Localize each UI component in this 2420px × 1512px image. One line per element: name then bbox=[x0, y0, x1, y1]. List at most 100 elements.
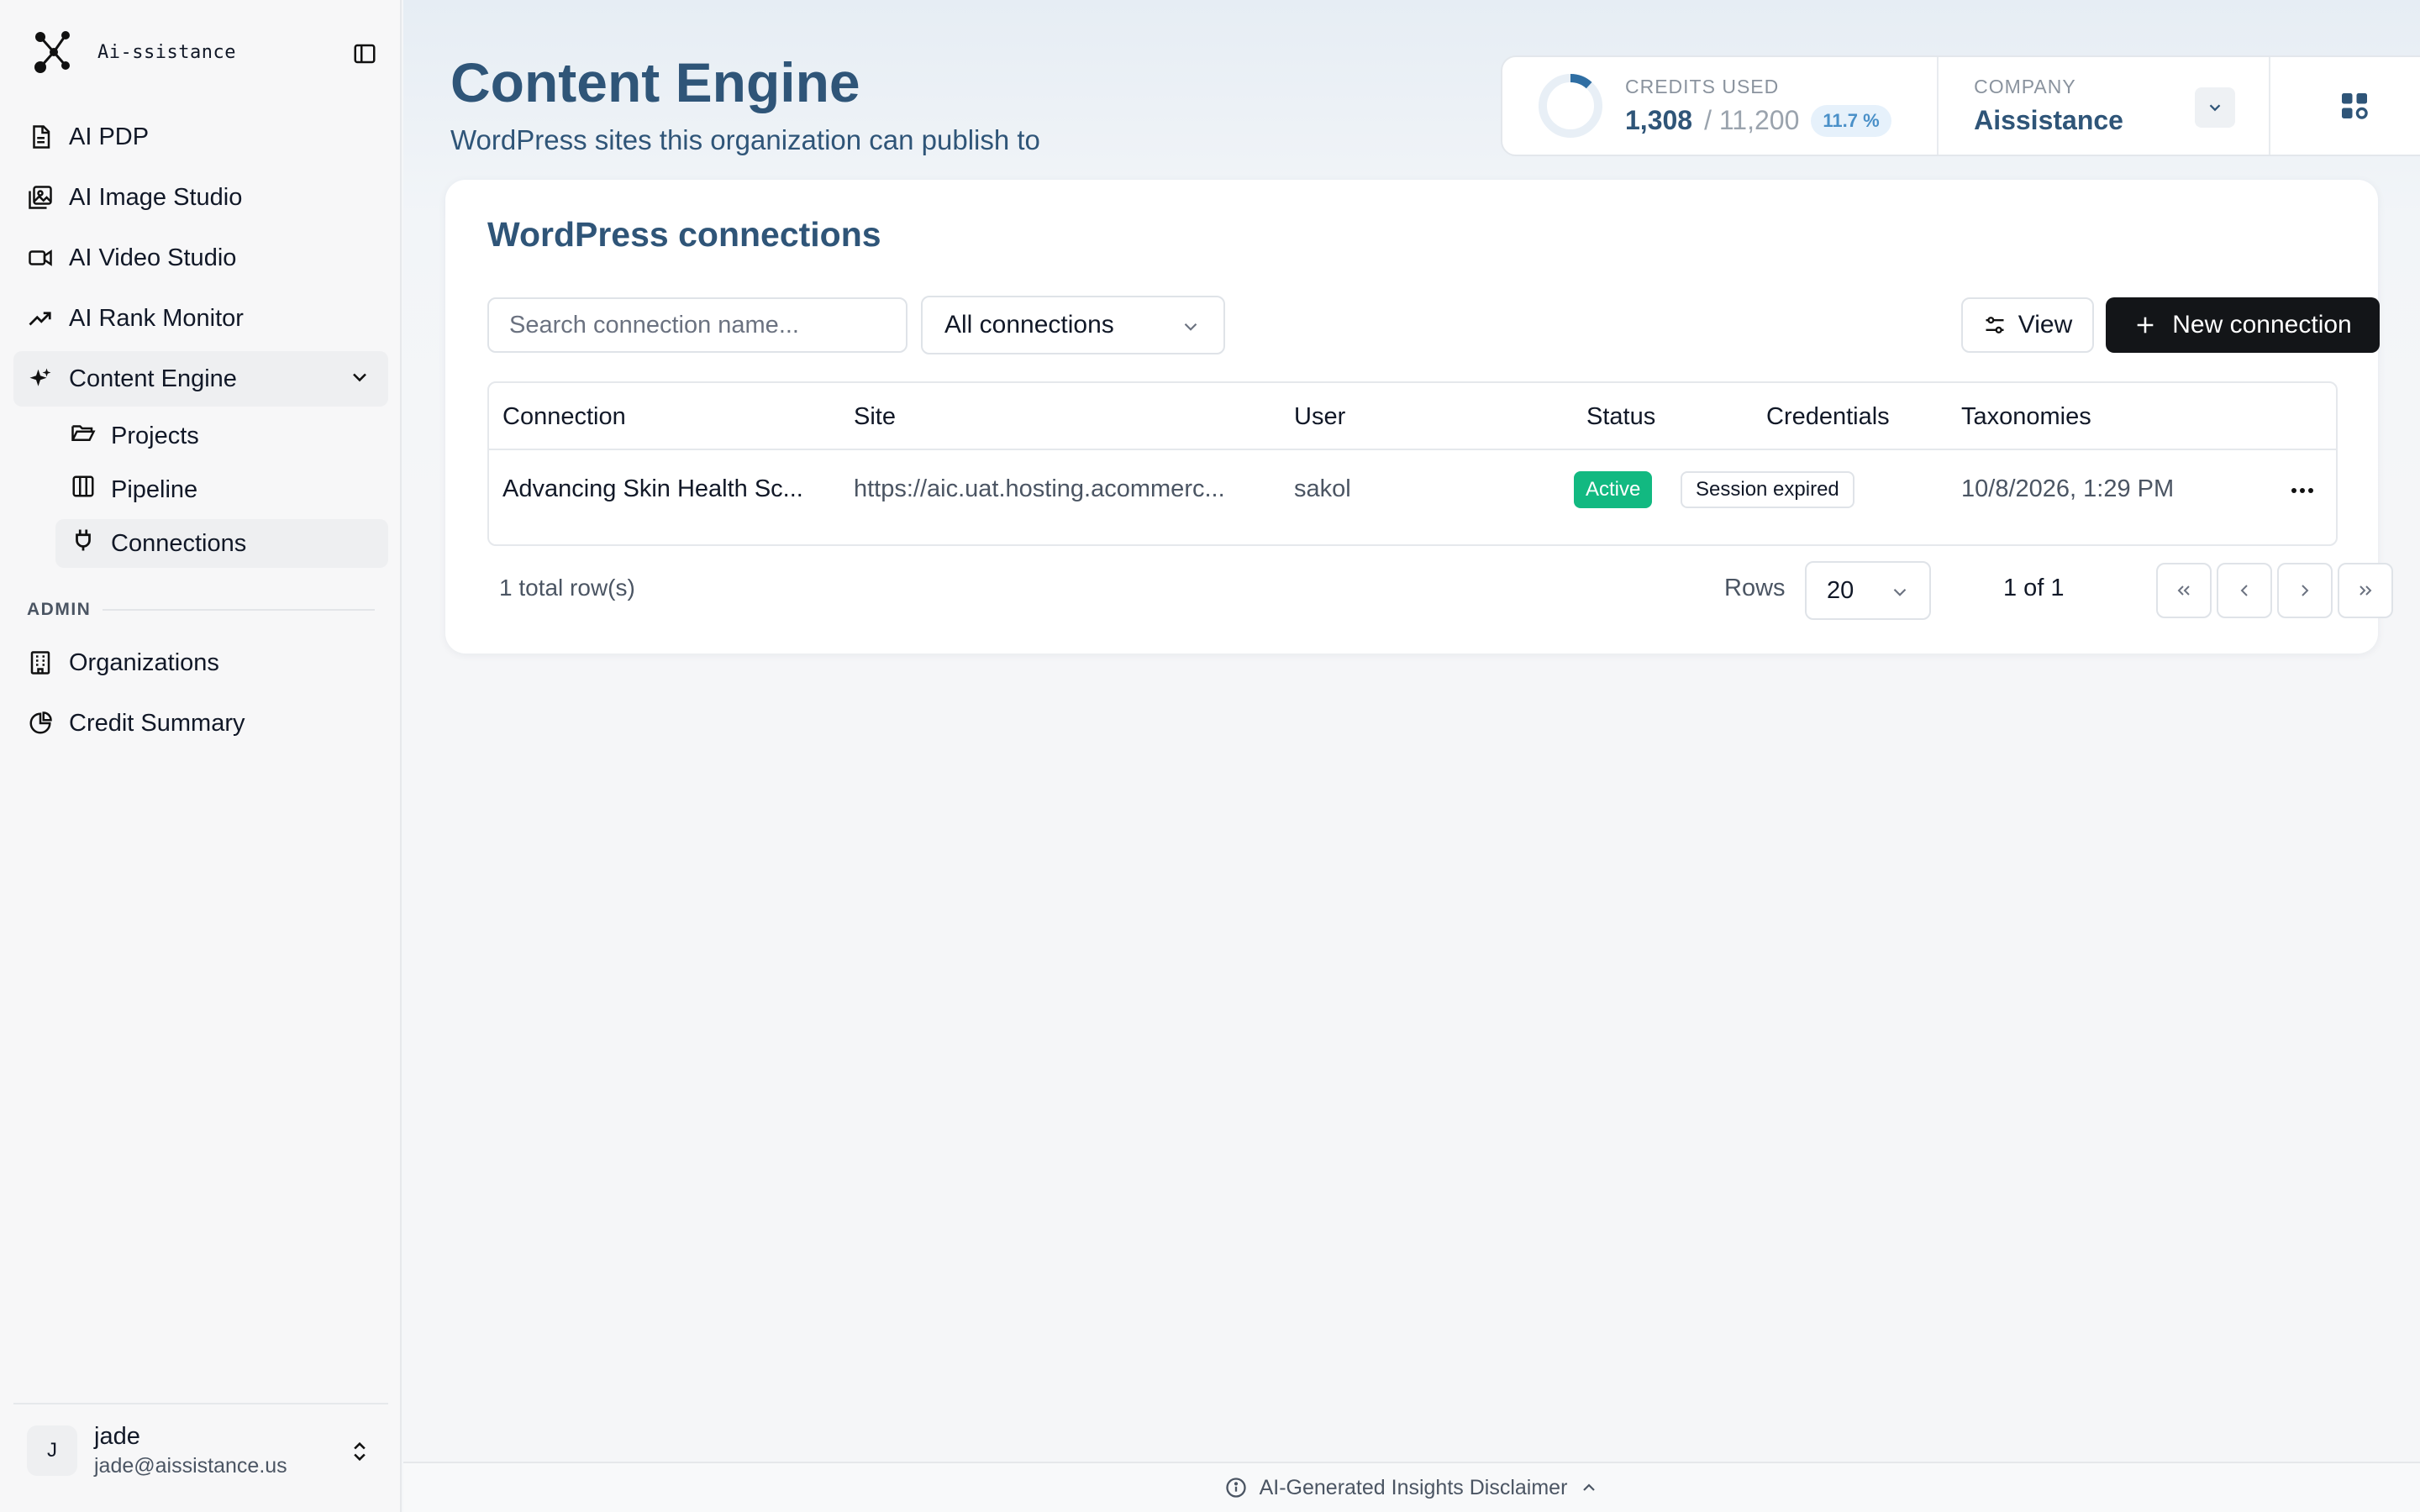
building-icon bbox=[27, 649, 54, 676]
pie-chart-icon bbox=[27, 710, 54, 737]
table-row[interactable]: Advancing Skin Health Sc... https://aic.… bbox=[489, 450, 2336, 544]
rows-per-page-select[interactable]: 20 bbox=[1805, 561, 1931, 620]
chevron-down-icon bbox=[348, 365, 371, 396]
sidebar-item-label: Credit Summary bbox=[69, 709, 245, 737]
total-rows-text: 1 total row(s) bbox=[499, 575, 635, 601]
chevrons-right-icon bbox=[2360, 585, 2372, 596]
credits-line: 1,308 / 11,200 11.7 % bbox=[1625, 104, 1891, 137]
rows-per-page-value: 20 bbox=[1827, 576, 1854, 604]
chevron-down-icon bbox=[2210, 104, 2221, 112]
row-actions-button[interactable] bbox=[2287, 480, 2317, 501]
user-email: jade@aissistance.us bbox=[94, 1454, 287, 1478]
sidebar-item-label: AI Video Studio bbox=[69, 244, 237, 271]
sidebar-item-label: AI PDP bbox=[69, 123, 150, 150]
connections-filter-select[interactable]: All connections bbox=[921, 296, 1225, 354]
admin-label-text: ADMIN bbox=[27, 600, 92, 619]
new-connection-label: New connection bbox=[2172, 311, 2352, 339]
sidebar-item-label: Content Engine bbox=[69, 365, 237, 392]
new-connection-button[interactable]: New connection bbox=[2106, 297, 2380, 353]
cell-taxonomies: 10/8/2026, 1:29 PM bbox=[1961, 475, 2175, 502]
column-header-credentials[interactable]: Credentials bbox=[1766, 403, 1890, 431]
page-info: 1 of 1 bbox=[2003, 575, 2065, 601]
chevrons-up-down-icon bbox=[348, 1440, 371, 1467]
sidebar-item-ai-pdp[interactable]: AI PDP bbox=[13, 109, 388, 165]
cell-site[interactable]: https://aic.uat.hosting.acommerc... bbox=[854, 475, 1225, 503]
cell-connection[interactable]: Advancing Skin Health Sc... bbox=[502, 475, 803, 503]
page-subtitle: WordPress sites this organization can pu… bbox=[450, 124, 1040, 155]
apps-button[interactable] bbox=[2270, 57, 2420, 155]
main-nav: AI PDP AI Image Studio AI Video Studio A… bbox=[13, 109, 388, 573]
table-header: Connection Site User Status Credentials … bbox=[489, 383, 2336, 450]
sidebar-item-ai-video-studio[interactable]: AI Video Studio bbox=[13, 230, 388, 286]
credits-used-value: 1,308 bbox=[1625, 105, 1693, 135]
stats-card: CREDITS USED 1,308 / 11,200 11.7 % COMPA… bbox=[1501, 55, 2420, 156]
video-camera-icon bbox=[27, 244, 54, 271]
user-menu[interactable]: J jade jade@aissistance.us bbox=[13, 1403, 388, 1497]
info-icon bbox=[1225, 1478, 1246, 1498]
status-badge: Active bbox=[1574, 471, 1653, 508]
credits-label: CREDITS USED bbox=[1625, 75, 1780, 97]
view-button[interactable]: View bbox=[1961, 297, 2094, 353]
search-input[interactable] bbox=[487, 297, 908, 353]
trend-up-icon bbox=[27, 305, 54, 332]
image-gallery-icon bbox=[27, 184, 54, 211]
connections-card: WordPress connections All connections Vi… bbox=[445, 180, 2393, 654]
sidebar-item-label: Connections bbox=[111, 529, 247, 557]
admin-section-label: ADMIN bbox=[27, 600, 375, 620]
brand-logo-icon bbox=[34, 31, 70, 73]
credits-percent-badge: 11.7 % bbox=[1811, 104, 1891, 137]
apps-grid-icon bbox=[2342, 93, 2368, 119]
brand-name: Ai-ssistance bbox=[97, 41, 236, 63]
admin-nav: Organizations Credit Summary bbox=[13, 635, 388, 756]
more-horizontal-icon bbox=[2291, 488, 2313, 493]
sidebar-item-label: Pipeline bbox=[111, 475, 198, 503]
plus-icon bbox=[2137, 317, 2154, 333]
page-title: Content Engine bbox=[450, 51, 860, 113]
first-page-button[interactable] bbox=[2156, 563, 2212, 618]
disclaimer-toggle[interactable]: AI-Generated Insights Disclaimer bbox=[403, 1462, 2420, 1512]
sidebar-item-content-engine[interactable]: Content Engine bbox=[13, 351, 388, 407]
company-stat: COMPANY Aissistance bbox=[1939, 57, 2271, 155]
chevron-right-icon bbox=[2302, 585, 2309, 596]
credits-text: CREDITS USED 1,308 / 11,200 11.7 % bbox=[1625, 76, 1891, 137]
avatar: J bbox=[27, 1425, 77, 1476]
sidebar-item-credit-summary[interactable]: Credit Summary bbox=[13, 696, 388, 751]
last-page-button[interactable] bbox=[2338, 563, 2393, 618]
sidebar-item-projects[interactable]: Projects bbox=[55, 412, 388, 460]
sparkles-icon bbox=[27, 365, 54, 392]
connections-table: Connection Site User Status Credentials … bbox=[487, 381, 2338, 546]
sidebar-item-ai-rank-monitor[interactable]: AI Rank Monitor bbox=[13, 291, 388, 346]
document-icon bbox=[27, 123, 54, 150]
sidebar-item-label: AI Image Studio bbox=[69, 183, 243, 211]
column-header-site[interactable]: Site bbox=[854, 403, 896, 431]
sidebar-item-ai-image-studio[interactable]: AI Image Studio bbox=[13, 170, 388, 225]
column-header-connection[interactable]: Connection bbox=[502, 403, 626, 431]
chevrons-left-icon bbox=[2177, 585, 2190, 596]
column-header-taxonomies[interactable]: Taxonomies bbox=[1961, 403, 2091, 431]
column-header-user[interactable]: User bbox=[1294, 403, 1345, 431]
user-name: jade bbox=[94, 1423, 140, 1450]
sidebar-item-connections[interactable]: Connections bbox=[55, 519, 388, 568]
previous-page-button[interactable] bbox=[2217, 563, 2272, 618]
credentials-badge: Session expired bbox=[1681, 471, 1854, 508]
card-title: WordPress connections bbox=[487, 215, 881, 254]
columns-icon bbox=[71, 474, 96, 506]
chevron-down-icon bbox=[1180, 316, 1202, 344]
company-dropdown-button[interactable] bbox=[2195, 87, 2236, 128]
folder-open-icon bbox=[71, 420, 96, 452]
sidebar-item-label: AI Rank Monitor bbox=[69, 304, 244, 332]
main-content: Content Engine WordPress sites this orga… bbox=[403, 0, 2420, 1512]
column-header-status[interactable]: Status bbox=[1586, 403, 1655, 431]
sidebar-item-organizations[interactable]: Organizations bbox=[13, 635, 388, 690]
rows-per-page-label: Rows bbox=[1724, 575, 1786, 601]
cell-user: sakol bbox=[1294, 475, 1351, 502]
user-info: jade jade@aissistance.us bbox=[94, 1423, 287, 1478]
sidebar-item-pipeline[interactable]: Pipeline bbox=[55, 465, 388, 514]
chevron-left-icon bbox=[2240, 585, 2248, 596]
chevron-up-icon bbox=[1583, 1483, 1596, 1491]
sidebar-toggle-button[interactable] bbox=[350, 39, 380, 69]
brand[interactable]: Ai-ssistance bbox=[29, 30, 236, 74]
disclaimer-text: AI-Generated Insights Disclaimer bbox=[1259, 1475, 1568, 1499]
next-page-button[interactable] bbox=[2277, 563, 2333, 618]
section-divider bbox=[103, 609, 375, 611]
